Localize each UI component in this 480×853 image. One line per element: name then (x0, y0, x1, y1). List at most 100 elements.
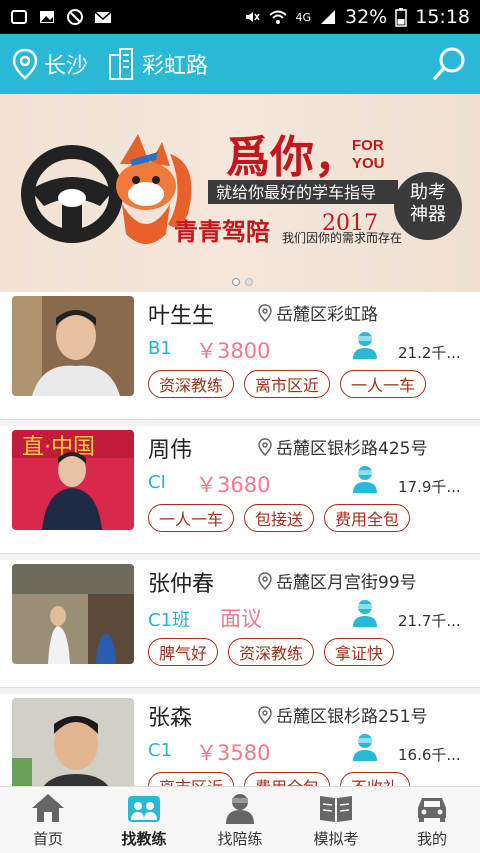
location-pin-icon (12, 48, 38, 80)
nav-find-coach[interactable]: 找教练 (96, 787, 192, 853)
banner-badge-1: 助考 (410, 182, 446, 203)
notification-icon (11, 10, 27, 24)
wifi-icon (269, 10, 288, 24)
driver-icon (353, 466, 377, 493)
banner-you: YOU (352, 155, 385, 172)
coach-photo (12, 296, 134, 396)
coach-photo (12, 564, 134, 664)
coach-photo: 直·中国 (12, 430, 134, 530)
network-type: 4G (295, 10, 311, 24)
coach-tag: 脾气好 (148, 638, 219, 666)
coach-tag: 费用全包 (324, 504, 411, 532)
coach-card[interactable]: 张仲春 岳麓区月宫街99号 C1班 面议 21.7千... 脾气好 资深教练 拿… (0, 560, 480, 688)
coach-tag: 一人一车 (148, 504, 235, 532)
coach-list: 叶生生 岳麓区彩虹路 B1 ￥3800 21.2千... 资深教练 离市区近 一… (0, 292, 480, 786)
carousel-dot[interactable] (245, 278, 253, 286)
coach-distance: 21.7千... (398, 612, 461, 630)
coach-distance: 21.2千... (398, 344, 461, 362)
battery-icon (395, 8, 407, 27)
road-name: 彩虹路 (142, 54, 209, 79)
promo-banner[interactable]: 爲你， FOR YOU 就给你最好的学车指导 2017 青青驾陪 我们因你的需求… (0, 94, 480, 292)
city-name: 长沙 (44, 54, 89, 79)
coach-price: ￥3680 (196, 473, 271, 497)
nav-label: 模拟考 (313, 829, 359, 848)
divider (0, 687, 480, 688)
blocked-icon (67, 9, 83, 25)
banner-tagline: 我们因你的需求而存在 (282, 230, 402, 245)
steering-wheel-icon (21, 145, 123, 243)
coach-distance: 17.9千... (398, 478, 461, 496)
coach-address-text: 岳麓区银杉路425号 (276, 439, 428, 459)
coach-name: 张森 (148, 706, 193, 731)
coach-tag: 离市区近 (148, 772, 235, 786)
svg-text:直·中国: 直·中国 (22, 435, 95, 460)
license-type: C1班 (148, 610, 191, 631)
signal-icon (321, 10, 335, 24)
nav-label: 找陪练 (217, 829, 263, 848)
search-icon[interactable] (432, 46, 468, 82)
banner-badge-2: 神器 (410, 204, 446, 225)
coach-address: 岳麓区银杉路425号 (258, 434, 427, 459)
divider (0, 419, 480, 420)
banner-title: 爲你， (226, 132, 358, 183)
gallery-icon (40, 11, 54, 23)
nav-my[interactable]: 我的 (384, 787, 480, 853)
coach-distance: 16.6千... (398, 746, 461, 764)
coach-tag: 不收礼 (340, 772, 411, 786)
mock-exam-icon (320, 795, 352, 822)
coach-address: 岳麓区彩虹路 (258, 300, 378, 325)
coach-tag: 费用全包 (244, 772, 331, 786)
coach-tag: 离市区近 (244, 370, 331, 398)
coach-tags: 脾气好 资深教练 拿证快 (148, 638, 395, 666)
banner-art: 爲你， FOR YOU 就给你最好的学车指导 2017 青青驾陪 我们因你的需求… (21, 132, 462, 246)
bottom-nav: 首页 找教练 找陪练 模拟考 我的 (0, 786, 480, 853)
coach-name: 叶生生 (148, 304, 215, 329)
coach-tags: 资深教练 离市区近 一人一车 (148, 370, 427, 398)
divider (0, 553, 480, 554)
coach-tag: 包接送 (244, 504, 315, 532)
coach-name: 周伟 (148, 438, 193, 463)
app-header: 长沙 彩虹路 (0, 34, 480, 94)
coach-address-text: 岳麓区银杉路251号 (276, 707, 428, 727)
building-icon (109, 48, 134, 80)
carousel-dot[interactable] (232, 278, 240, 286)
coach-tag: 资深教练 (148, 370, 235, 398)
find-coach-icon (128, 795, 160, 822)
coach-card[interactable]: 直·中国 周伟 岳麓区银杉路425号 CI ￥3680 17.9千... 一人一… (0, 426, 480, 554)
nav-find-partner[interactable]: 找陪练 (192, 787, 288, 853)
driver-icon (353, 734, 377, 761)
road-selector[interactable]: 彩虹路 (108, 47, 208, 81)
nav-mock-exam[interactable]: 模拟考 (288, 787, 384, 853)
coach-photo (12, 698, 134, 786)
nav-label: 我的 (416, 829, 447, 848)
coach-price: 面议 (220, 607, 262, 631)
coach-name: 张仲春 (148, 572, 215, 597)
license-type: B1 (148, 338, 172, 359)
find-partner-icon (226, 793, 254, 824)
coach-address: 岳麓区银杉路251号 (258, 702, 427, 727)
coach-price: ￥3800 (196, 339, 271, 363)
status-bar: 4G 32% 15:18 (0, 0, 480, 34)
carousel-indicator (232, 278, 253, 286)
driver-icon (353, 332, 377, 359)
mail-icon (94, 11, 112, 23)
coach-address: 岳麓区月宫街99号 (258, 568, 417, 593)
location-pin-icon (258, 437, 272, 456)
coach-tags: 一人一车 包接送 费用全包 (148, 504, 411, 532)
coach-tag: 拿证快 (324, 638, 395, 666)
home-icon (32, 793, 64, 822)
banner-brand: 青青驾陪 (174, 218, 270, 246)
battery-level: 32% (345, 6, 388, 28)
coach-address-text: 岳麓区月宫街99号 (276, 573, 417, 593)
location-pin-icon (258, 303, 272, 322)
nav-label: 首页 (32, 829, 63, 848)
license-type: C1 (148, 740, 173, 761)
license-type: CI (148, 472, 166, 493)
coach-card[interactable]: 叶生生 岳麓区彩虹路 B1 ￥3800 21.2千... 资深教练 离市区近 一… (0, 292, 480, 420)
location-pin-icon (258, 571, 272, 590)
nav-home[interactable]: 首页 (0, 787, 96, 853)
coach-card[interactable]: 张森 岳麓区银杉路251号 C1 ￥3580 16.6千... 离市区近 费用全… (0, 694, 480, 786)
location-pin-icon (258, 705, 272, 724)
coach-tag: 资深教练 (228, 638, 315, 666)
city-selector[interactable]: 长沙 (12, 48, 88, 80)
